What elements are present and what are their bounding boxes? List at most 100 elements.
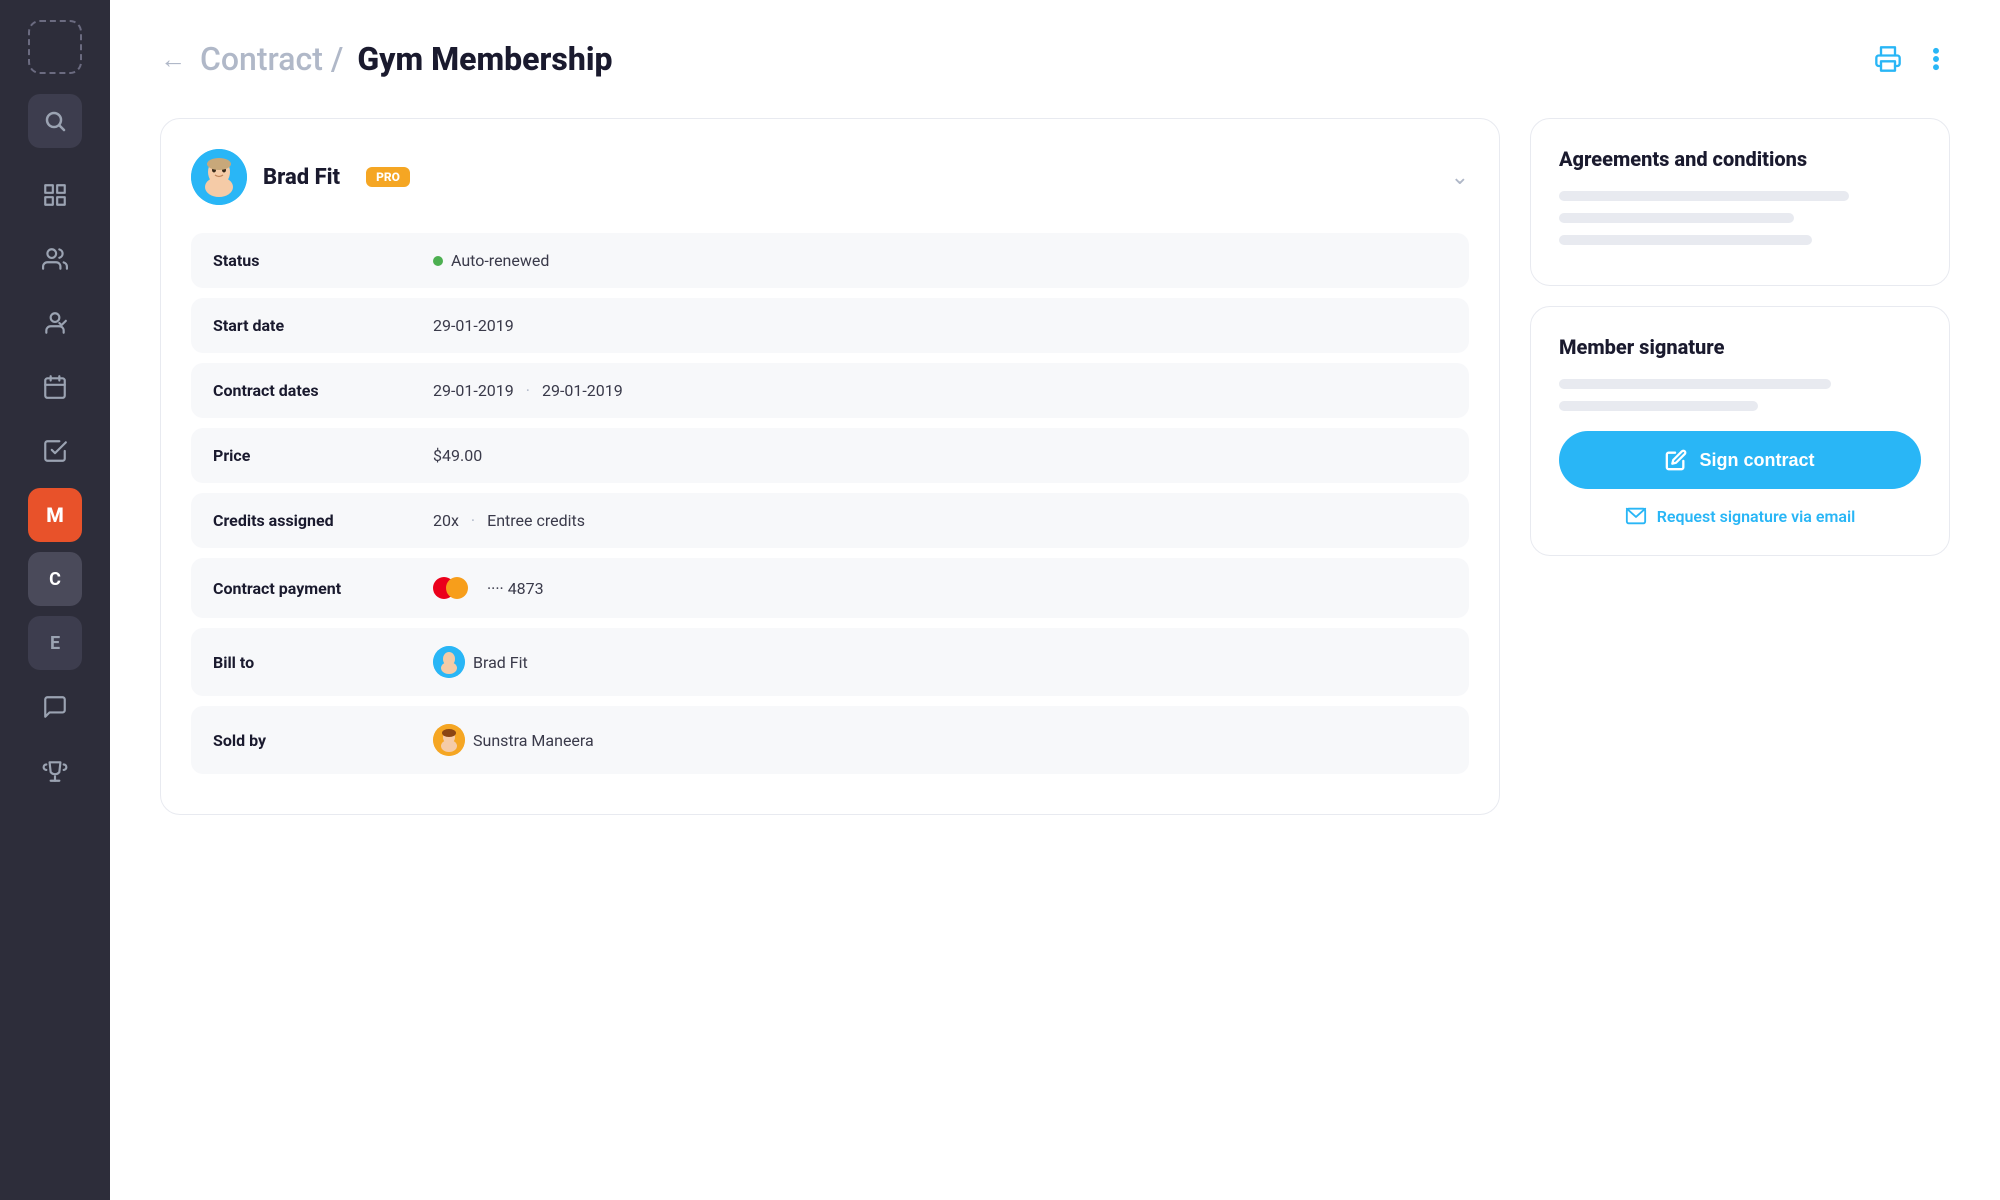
contract-card: Brad Fit PRO ⌄ Status Auto-renewed Start… [160, 118, 1500, 815]
avatar [191, 149, 247, 205]
sidebar-item-members[interactable] [28, 232, 82, 286]
sign-btn-label: Sign contract [1699, 450, 1814, 471]
member-header: Brad Fit PRO ⌄ [191, 149, 1469, 205]
soldby-avatar [433, 724, 465, 756]
detail-row-soldby: Sold by Sunstra Maneera [191, 706, 1469, 774]
detail-row-billto: Bill to Brad Fit [191, 628, 1469, 696]
sidebar-item-calendar[interactable] [28, 360, 82, 414]
sidebar-m-label: M [46, 503, 64, 527]
detail-row-contractdates: Contract dates 29-01-2019 · 29-01-2019 [191, 363, 1469, 418]
right-panel: Agreements and conditions Member signatu… [1530, 118, 1950, 815]
member-info: Brad Fit PRO [191, 149, 410, 205]
print-button[interactable] [1874, 45, 1902, 73]
billto-avatar [433, 646, 465, 678]
signature-card: Member signature Sign contract Request s… [1530, 306, 1950, 556]
detail-row-startdate: Start date 29-01-2019 [191, 298, 1469, 353]
contract-dates-sep: · [526, 381, 530, 400]
value-credits: 20x · Entree credits [433, 511, 585, 530]
credits-type: Entree credits [487, 511, 585, 530]
mc-right [446, 577, 468, 599]
contract-date-to: 29-01-2019 [542, 381, 623, 400]
payment-digits: ···· 4873 [487, 579, 544, 598]
sidebar-item-dashboard[interactable] [28, 168, 82, 222]
sidebar-item-trophy[interactable] [28, 744, 82, 798]
tasks-icon [42, 438, 68, 464]
label-startdate: Start date [213, 316, 433, 335]
label-price: Price [213, 446, 433, 465]
breadcrumb-prefix: Contract / [200, 40, 343, 78]
label-status: Status [213, 251, 433, 270]
value-status: Auto-renewed [433, 251, 549, 270]
sidebar-item-tasks[interactable] [28, 424, 82, 478]
search-icon [43, 109, 67, 133]
sidebar-item-e[interactable]: E [28, 616, 82, 670]
pro-badge: PRO [366, 167, 410, 187]
sidebar-item-active-m[interactable]: M [28, 488, 82, 542]
status-text: Auto-renewed [451, 251, 549, 270]
credits-qty: 20x [433, 511, 459, 530]
sidebar-search-btn[interactable] [28, 94, 82, 148]
pencil-icon [1665, 449, 1687, 471]
label-payment: Contract payment [213, 579, 433, 598]
grid-icon [42, 182, 68, 208]
members-icon [42, 246, 68, 272]
mastercard-icon [433, 576, 469, 600]
label-credits: Credits assigned [213, 511, 433, 530]
header-right [1874, 45, 1950, 73]
billto-avatar-face [433, 646, 465, 678]
calendar-icon [42, 374, 68, 400]
value-startdate: 29-01-2019 [433, 316, 514, 335]
page-header: ← Contract / Gym Membership [160, 40, 1950, 78]
label-billto: Bill to [213, 653, 433, 672]
message-icon [42, 694, 68, 720]
agreements-title: Agreements and conditions [1559, 147, 1921, 171]
value-payment: ···· 4873 [433, 576, 544, 600]
print-icon [1874, 45, 1902, 73]
trophy-icon [42, 758, 68, 784]
header-left: ← Contract / Gym Membership [160, 40, 612, 78]
credits-sep: · [471, 511, 475, 530]
mail-icon [1625, 505, 1647, 527]
page-title: Gym Membership [357, 40, 612, 78]
more-button[interactable] [1922, 45, 1950, 73]
sign-contract-button[interactable]: Sign contract [1559, 431, 1921, 489]
value-billto: Brad Fit [433, 646, 528, 678]
detail-row-credits: Credits assigned 20x · Entree credits [191, 493, 1469, 548]
more-vertical-icon [1922, 45, 1950, 73]
leads-icon [42, 310, 68, 336]
detail-row-price: Price $49.00 [191, 428, 1469, 483]
email-sig-label: Request signature via email [1657, 507, 1856, 526]
billto-name: Brad Fit [473, 653, 528, 672]
sidebar: M C E [0, 0, 110, 1200]
label-soldby: Sold by [213, 731, 433, 750]
agreements-card: Agreements and conditions [1530, 118, 1950, 286]
label-contractdates: Contract dates [213, 381, 433, 400]
value-soldby: Sunstra Maneera [433, 724, 594, 756]
signature-title: Member signature [1559, 335, 1921, 359]
main-content: ← Contract / Gym Membership [110, 0, 2000, 1200]
agreements-line-1 [1559, 191, 1849, 201]
signature-line-2 [1559, 401, 1758, 411]
sidebar-logo [28, 20, 82, 74]
sidebar-c-label: C [49, 569, 61, 590]
avatar-face [191, 149, 247, 205]
contract-date-from: 29-01-2019 [433, 381, 514, 400]
agreements-line-2 [1559, 213, 1794, 223]
detail-row-status: Status Auto-renewed [191, 233, 1469, 288]
member-name: Brad Fit [263, 165, 340, 190]
status-dot [433, 256, 443, 266]
sidebar-item-leads[interactable] [28, 296, 82, 350]
sidebar-item-messages[interactable] [28, 680, 82, 734]
request-signature-link[interactable]: Request signature via email [1559, 505, 1921, 527]
member-chevron-down[interactable]: ⌄ [1451, 165, 1469, 190]
signature-line-1 [1559, 379, 1831, 389]
sidebar-item-c[interactable]: C [28, 552, 82, 606]
agreements-line-3 [1559, 235, 1812, 245]
sidebar-e-label: E [50, 633, 60, 654]
soldby-name: Sunstra Maneera [473, 731, 594, 750]
detail-row-payment: Contract payment ···· 4873 [191, 558, 1469, 618]
back-button[interactable]: ← [160, 44, 186, 75]
value-contractdates: 29-01-2019 · 29-01-2019 [433, 381, 623, 400]
content-grid: Brad Fit PRO ⌄ Status Auto-renewed Start… [160, 118, 1950, 815]
soldby-avatar-face [433, 724, 465, 756]
